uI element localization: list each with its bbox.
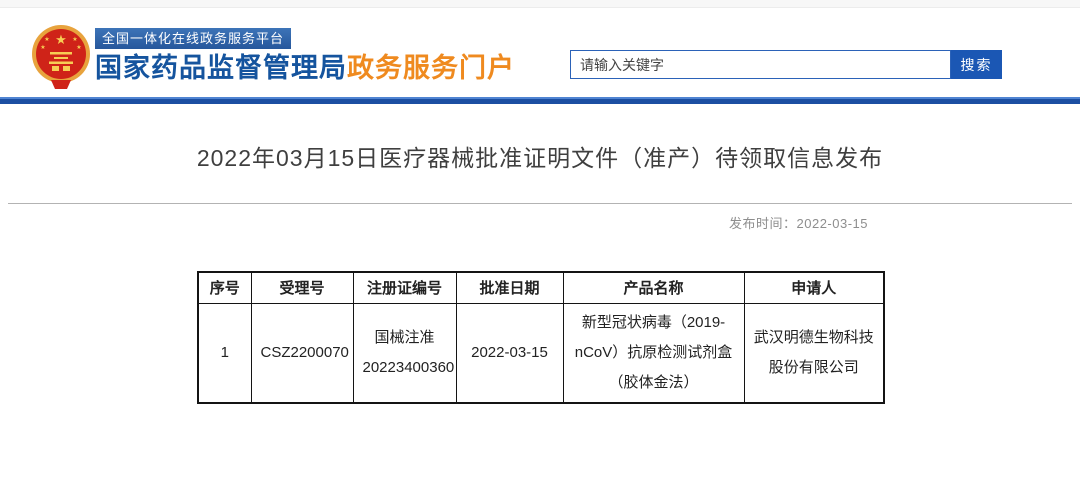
cell-applicant: 武汉明德生物科技股份有限公司 [744, 303, 884, 403]
article-title: 2022年03月15日医疗器械批准证明文件（准产）待领取信息发布 [0, 139, 1080, 173]
cell-acceptance-no: CSZ2200070 [251, 303, 353, 403]
search-button[interactable]: 搜索 [951, 50, 1002, 79]
site-header: ★ ★ ★ ★ ★ 全国一体化在线政务服务平台 国家药品监督管理局政务服务门户 … [0, 9, 1080, 97]
cell-registration-no: 国械注准 20223400360 [353, 303, 456, 403]
cell-seq: 1 [198, 303, 251, 403]
publish-date: 2022-03-15 [797, 216, 869, 231]
national-emblem-icon: ★ ★ ★ ★ ★ [30, 21, 92, 91]
platform-badge: 全国一体化在线政务服务平台 [95, 28, 291, 49]
col-header-applicant: 申请人 [744, 272, 884, 303]
portal-suffix: 政务服务门户 [347, 53, 515, 83]
cell-product-name: 新型冠状病毒（2019-nCoV）抗原检测试剂盒（胶体金法） [563, 303, 744, 403]
svg-text:★: ★ [72, 36, 77, 43]
svg-text:★: ★ [76, 44, 81, 51]
svg-text:★: ★ [44, 36, 49, 43]
publish-time-label: 发布时间： [729, 216, 797, 231]
site-name: 国家药品监督管理局 [95, 53, 347, 83]
approval-table: 序号 受理号 注册证编号 批准日期 产品名称 申请人 1 CSZ2200070 … [197, 271, 885, 404]
page-root: ★ ★ ★ ★ ★ 全国一体化在线政务服务平台 国家药品监督管理局政务服务门户 … [0, 0, 1080, 480]
table-header-row: 序号 受理号 注册证编号 批准日期 产品名称 申请人 [198, 272, 884, 303]
site-title: 国家药品监督管理局政务服务门户 [95, 51, 515, 85]
col-header-acceptance-no: 受理号 [251, 272, 353, 303]
table-row: 1 CSZ2200070 国械注准 20223400360 2022-03-15… [198, 303, 884, 403]
col-header-seq: 序号 [198, 272, 251, 303]
cell-approval-date: 2022-03-15 [456, 303, 563, 403]
top-strip [0, 0, 1080, 8]
publish-time: 发布时间：2022-03-15 [0, 213, 1080, 232]
header-divider-bar [0, 97, 1080, 104]
content-divider [8, 203, 1072, 204]
search-input[interactable] [570, 50, 951, 79]
col-header-approval-date: 批准日期 [456, 272, 563, 303]
svg-text:★: ★ [40, 44, 45, 51]
col-header-product-name: 产品名称 [563, 272, 744, 303]
svg-text:★: ★ [55, 32, 67, 47]
col-header-registration-no: 注册证编号 [353, 272, 456, 303]
